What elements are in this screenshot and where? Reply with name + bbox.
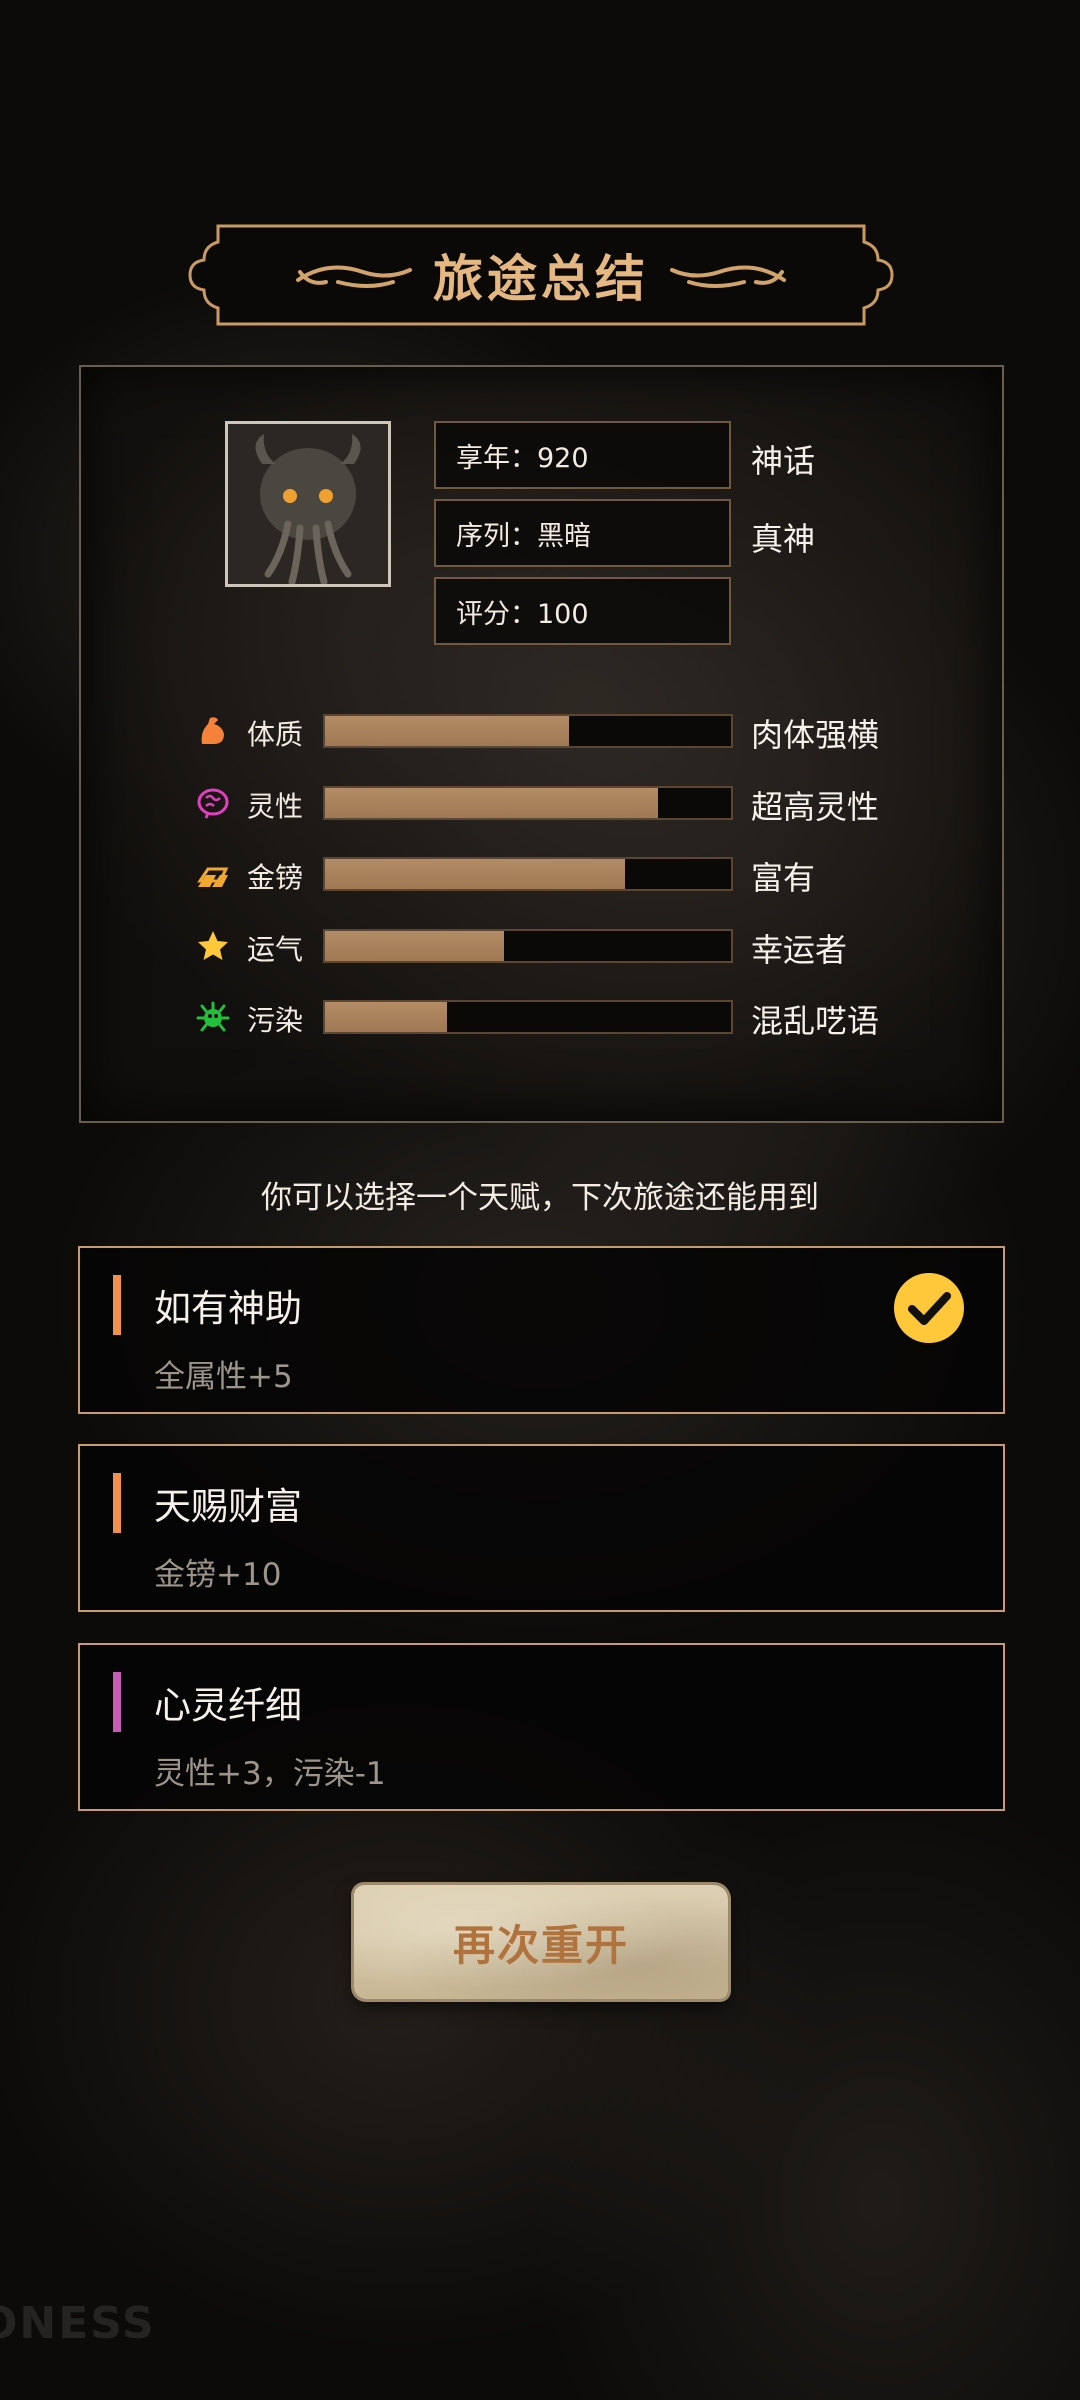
age-field: 享年：920 (434, 421, 731, 489)
talent-card[interactable]: 天赐财富 金镑+10 (78, 1444, 1005, 1612)
stat-description: 肉体强横 (751, 716, 880, 754)
flexed-arm-icon (201, 717, 224, 744)
title-banner: 旅途总结 (188, 224, 894, 326)
rank-tag: 神话 (751, 442, 816, 480)
sequence-tag: 真神 (751, 520, 816, 558)
character-portrait (225, 421, 391, 587)
stat-bar (323, 786, 733, 820)
stat-bar-fill (325, 1002, 447, 1032)
talent-name: 心灵纤细 (154, 1684, 302, 1727)
virus-icon (196, 1001, 230, 1032)
selected-check-icon (894, 1273, 964, 1343)
stat-description: 超高灵性 (751, 788, 880, 826)
stat-label: 灵性 (247, 790, 304, 823)
stat-label: 体质 (247, 718, 304, 751)
stat-bar (323, 857, 733, 891)
talent-effect: 金镑+10 (154, 1557, 282, 1593)
gold-bar-icon (197, 867, 229, 887)
talent-prompt: 你可以选择一个天赋，下次旅途还能用到 (261, 1180, 819, 1216)
stat-bar-fill (325, 859, 626, 889)
stat-description: 富有 (751, 859, 816, 897)
talent-accent (113, 1473, 121, 1533)
stat-bar (323, 1000, 733, 1034)
talent-name: 天赐财富 (154, 1485, 302, 1528)
cthulhu-portrait-icon (228, 424, 388, 584)
age-value: 享年：920 (456, 442, 589, 474)
talent-name: 如有神助 (154, 1287, 302, 1330)
stat-bar-fill (325, 788, 658, 818)
restart-button[interactable]: 再次重开 (354, 1885, 728, 1999)
score-value: 评分：100 (456, 598, 589, 630)
sequence-field: 序列：黑暗 (434, 499, 731, 567)
talent-effect: 全属性+5 (154, 1359, 293, 1395)
stat-bar-fill (325, 716, 569, 746)
page-title: 旅途总结 (433, 249, 649, 308)
star-icon (198, 931, 228, 960)
stat-bar (323, 714, 733, 748)
talent-accent (113, 1275, 121, 1335)
stat-description: 幸运者 (751, 931, 848, 969)
talent-card[interactable]: 心灵纤细 灵性+3，污染-1 (78, 1643, 1005, 1811)
stat-label: 污染 (247, 1004, 304, 1037)
background-watermark: ONESS (0, 2298, 156, 2349)
sequence-value: 序列：黑暗 (456, 520, 591, 552)
stat-label: 运气 (247, 933, 304, 966)
score-field: 评分：100 (434, 577, 731, 645)
talent-card[interactable]: 如有神助 全属性+5 (78, 1246, 1005, 1414)
stat-bar-fill (325, 931, 504, 961)
talent-effect: 灵性+3，污染-1 (154, 1756, 386, 1792)
stat-label: 金镑 (247, 861, 304, 894)
brain-icon (197, 788, 229, 819)
talent-accent (113, 1672, 121, 1732)
stat-bar (323, 929, 733, 963)
stat-description: 混乱呓语 (751, 1002, 880, 1040)
